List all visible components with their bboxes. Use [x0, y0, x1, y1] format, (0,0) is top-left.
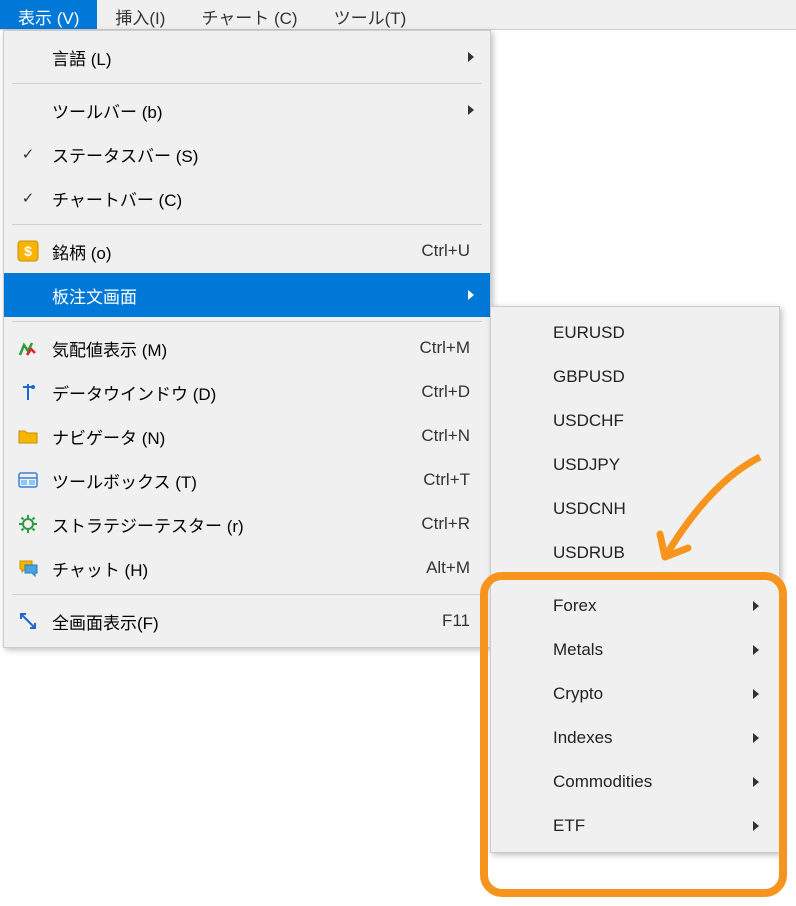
- menu-label: データウインドウ (D): [42, 380, 421, 405]
- separator: [12, 594, 482, 595]
- menu-item-statusbar[interactable]: ✓ ステータスバー (S): [4, 132, 490, 176]
- submenu-label: Forex: [505, 596, 753, 616]
- toolbox-icon: [14, 469, 42, 491]
- menu-label: 気配値表示 (M): [42, 336, 419, 361]
- check-icon: ✓: [14, 145, 42, 163]
- submenu-item-commodities[interactable]: Commodities: [491, 760, 779, 804]
- chevron-right-icon: [468, 52, 474, 62]
- submenu-item-metals[interactable]: Metals: [491, 628, 779, 672]
- menu-item-chartbar[interactable]: ✓ チャートバー (C): [4, 176, 490, 220]
- check-icon: ✓: [14, 189, 42, 207]
- menu-item-language[interactable]: 言語 (L): [4, 35, 490, 79]
- folder-icon: [14, 425, 42, 447]
- submenu-item-etf[interactable]: ETF: [491, 804, 779, 848]
- fullscreen-icon: [14, 610, 42, 632]
- chevron-right-icon: [753, 821, 759, 831]
- menu-item-toolbar[interactable]: ツールバー (b): [4, 88, 490, 132]
- menu-label: ストラテジーテスター (r): [42, 512, 421, 537]
- submenu-label: USDJPY: [505, 455, 765, 475]
- submenu-item-crypto[interactable]: Crypto: [491, 672, 779, 716]
- menu-item-fullscreen[interactable]: 全画面表示(F) F11: [4, 599, 490, 643]
- submenu-label: EURUSD: [505, 323, 765, 343]
- data-window-icon: [14, 381, 42, 403]
- separator: [12, 83, 482, 84]
- submenu-label: ETF: [505, 816, 753, 836]
- menu-shortcut: Ctrl+R: [421, 514, 480, 534]
- chevron-right-icon: [753, 733, 759, 743]
- menu-item-strategy[interactable]: ストラテジーテスター (r) Ctrl+R: [4, 502, 490, 546]
- svg-text:$: $: [24, 243, 32, 259]
- orderbook-submenu: EURUSD GBPUSD USDCHF USDJPY USDCNH USDRU…: [490, 306, 780, 853]
- menu-view[interactable]: 表示 (V): [0, 0, 97, 29]
- submenu-label: USDCNH: [505, 499, 765, 519]
- menu-label: 銘柄 (o): [42, 239, 421, 264]
- chevron-right-icon: [753, 645, 759, 655]
- menu-label: チャートバー (C): [42, 186, 480, 211]
- submenu-item-usdcnh[interactable]: USDCNH: [491, 487, 779, 531]
- menu-label: ステータスバー (S): [42, 142, 480, 167]
- submenu-item-usdrub[interactable]: USDRUB: [491, 531, 779, 575]
- menu-tools[interactable]: ツール(T): [316, 0, 425, 29]
- chevron-right-icon: [753, 777, 759, 787]
- chevron-right-icon: [753, 689, 759, 699]
- submenu-label: Indexes: [505, 728, 753, 748]
- menu-shortcut: Ctrl+T: [423, 470, 480, 490]
- menu-item-quote[interactable]: 気配値表示 (M) Ctrl+M: [4, 326, 490, 370]
- menu-shortcut: Ctrl+U: [421, 241, 480, 261]
- menu-shortcut: Ctrl+N: [421, 426, 480, 446]
- submenu-item-usdchf[interactable]: USDCHF: [491, 399, 779, 443]
- submenu-label: Commodities: [505, 772, 753, 792]
- menu-label: ナビゲータ (N): [42, 424, 421, 449]
- chevron-right-icon: [468, 105, 474, 115]
- menu-item-datawindow[interactable]: データウインドウ (D) Ctrl+D: [4, 370, 490, 414]
- menu-item-navigator[interactable]: ナビゲータ (N) Ctrl+N: [4, 414, 490, 458]
- separator: [12, 321, 482, 322]
- separator: [499, 579, 771, 580]
- menu-item-orderbook[interactable]: 板注文画面: [4, 273, 490, 317]
- menu-shortcut: F11: [442, 611, 480, 631]
- menu-shortcut: Alt+M: [426, 558, 480, 578]
- submenu-item-usdjpy[interactable]: USDJPY: [491, 443, 779, 487]
- menu-item-toolbox[interactable]: ツールボックス (T) Ctrl+T: [4, 458, 490, 502]
- submenu-label: USDRUB: [505, 543, 765, 563]
- submenu-label: GBPUSD: [505, 367, 765, 387]
- menu-chart[interactable]: チャート (C): [183, 0, 315, 29]
- gear-icon: [14, 513, 42, 535]
- menu-label: ツールボックス (T): [42, 468, 423, 493]
- chat-icon: [14, 557, 42, 579]
- menu-label: 言語 (L): [42, 45, 468, 70]
- submenu-label: Crypto: [505, 684, 753, 704]
- submenu-label: Metals: [505, 640, 753, 660]
- chevron-right-icon: [468, 290, 474, 300]
- market-watch-icon: [14, 337, 42, 359]
- menu-item-symbols[interactable]: $ 銘柄 (o) Ctrl+U: [4, 229, 490, 273]
- menu-item-chat[interactable]: チャット (H) Alt+M: [4, 546, 490, 590]
- menu-label: 板注文画面: [42, 283, 468, 308]
- menu-shortcut: Ctrl+D: [421, 382, 480, 402]
- submenu-item-indexes[interactable]: Indexes: [491, 716, 779, 760]
- view-dropdown: 言語 (L) ツールバー (b) ✓ ステータスバー (S) ✓ チャートバー …: [3, 30, 491, 648]
- menu-label: ツールバー (b): [42, 98, 468, 123]
- menubar: 表示 (V) 挿入(I) チャート (C) ツール(T): [0, 0, 796, 30]
- menu-shortcut: Ctrl+M: [419, 338, 480, 358]
- menu-label: 全画面表示(F): [42, 609, 442, 634]
- separator: [12, 224, 482, 225]
- menu-label: チャット (H): [42, 556, 426, 581]
- chevron-right-icon: [753, 601, 759, 611]
- submenu-item-eurusd[interactable]: EURUSD: [491, 311, 779, 355]
- menu-insert[interactable]: 挿入(I): [97, 0, 183, 29]
- dollar-icon: $: [14, 240, 42, 262]
- submenu-label: USDCHF: [505, 411, 765, 431]
- submenu-item-gbpusd[interactable]: GBPUSD: [491, 355, 779, 399]
- submenu-item-forex[interactable]: Forex: [491, 584, 779, 628]
